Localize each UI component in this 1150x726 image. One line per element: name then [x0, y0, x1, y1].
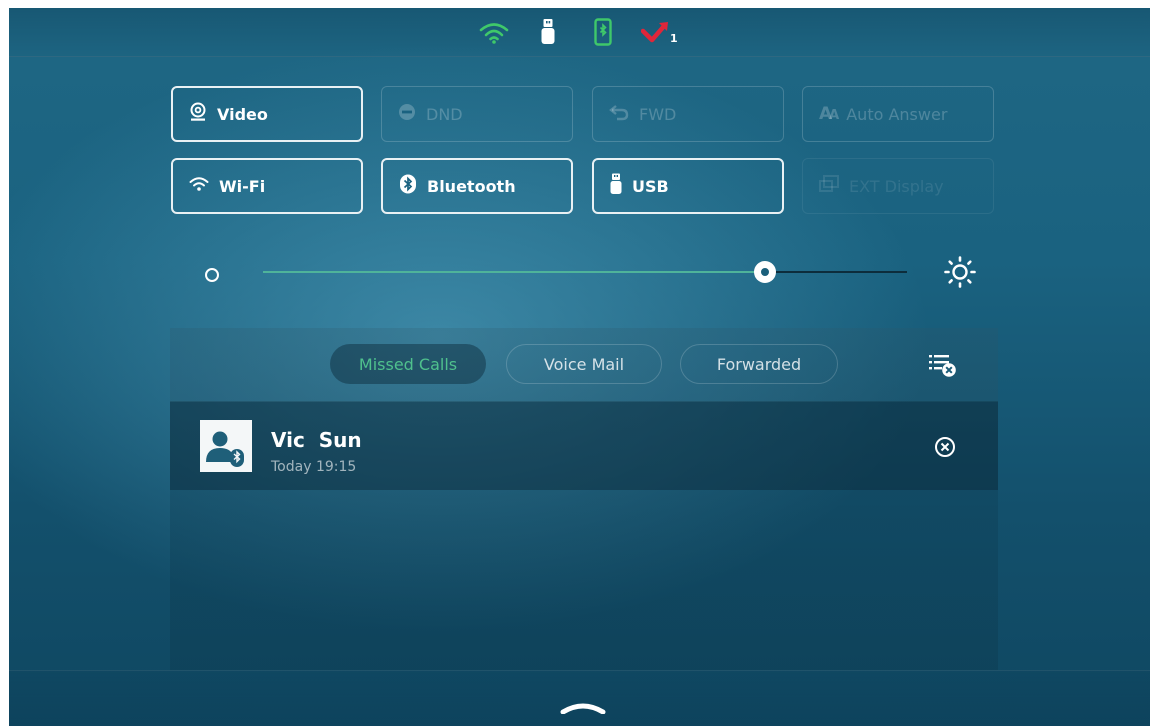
video-toggle-label: Video: [217, 104, 268, 124]
missed-call-count: 1: [670, 32, 678, 45]
bluetooth-toggle-label: Bluetooth: [427, 176, 516, 196]
chevron-up-icon[interactable]: [560, 699, 606, 718]
caller-name: Vic Sun: [271, 428, 362, 452]
auto-answer-toggle-label: Auto Answer: [846, 104, 948, 124]
notification-tabs: Missed Calls Voice Mail Forwarded: [170, 328, 998, 402]
bluetooth-toggle[interactable]: Bluetooth: [381, 158, 573, 214]
ext-display-icon: [819, 175, 839, 197]
tab-voice-mail[interactable]: Voice Mail: [506, 344, 662, 384]
forward-icon: [609, 103, 629, 125]
bottom-bar: [9, 670, 1150, 726]
video-toggle[interactable]: Video: [171, 86, 363, 142]
usb-icon: [541, 18, 555, 50]
wifi-icon: [189, 176, 209, 196]
brightness-high-icon: [943, 255, 977, 293]
dnd-toggle[interactable]: DND: [381, 86, 573, 142]
bluetooth-phone-icon: [594, 18, 612, 50]
bluetooth-icon: [399, 174, 417, 198]
wifi-toggle-label: Wi-Fi: [219, 176, 266, 196]
usb-icon: [610, 173, 622, 199]
brightness-slider-thumb[interactable]: [754, 261, 777, 283]
fwd-toggle[interactable]: FWD: [592, 86, 784, 142]
dnd-toggle-label: DND: [426, 104, 463, 124]
fwd-toggle-label: FWD: [639, 104, 677, 124]
missed-call-icon: [640, 21, 671, 47]
dnd-icon: [398, 103, 416, 125]
missed-call-entry[interactable]: Vic Sun Today 19:15: [170, 402, 998, 490]
ext-display-toggle-label: EXT Display: [849, 176, 944, 196]
status-bar: 1: [9, 8, 1150, 57]
clear-all-icon[interactable]: [928, 352, 958, 382]
tab-forwarded[interactable]: Forwarded: [680, 344, 838, 384]
brightness-low-icon: [205, 268, 219, 282]
notification-panel: Missed Calls Voice Mail Forwarded Vic Su…: [170, 328, 998, 670]
wifi-toggle[interactable]: Wi-Fi: [171, 158, 363, 214]
delete-icon[interactable]: [934, 436, 956, 462]
usb-toggle[interactable]: USB: [592, 158, 784, 214]
ext-display-toggle[interactable]: EXT Display: [802, 158, 994, 214]
brightness-slider-fill: [263, 271, 766, 273]
camera-icon: [189, 102, 207, 126]
usb-toggle-label: USB: [632, 176, 669, 196]
auto-answer-icon: AA: [819, 104, 839, 124]
bluetooth-contact-icon: [200, 420, 252, 472]
control-center-screen: 1 Video DND FWD AA Auto Answer Wi-Fi Blu…: [9, 8, 1150, 726]
wifi-icon: [479, 22, 509, 48]
brightness-slider[interactable]: [263, 261, 907, 283]
call-time: Today 19:15: [271, 459, 357, 475]
auto-answer-toggle[interactable]: AA Auto Answer: [802, 86, 994, 142]
tab-missed-calls[interactable]: Missed Calls: [330, 344, 486, 384]
